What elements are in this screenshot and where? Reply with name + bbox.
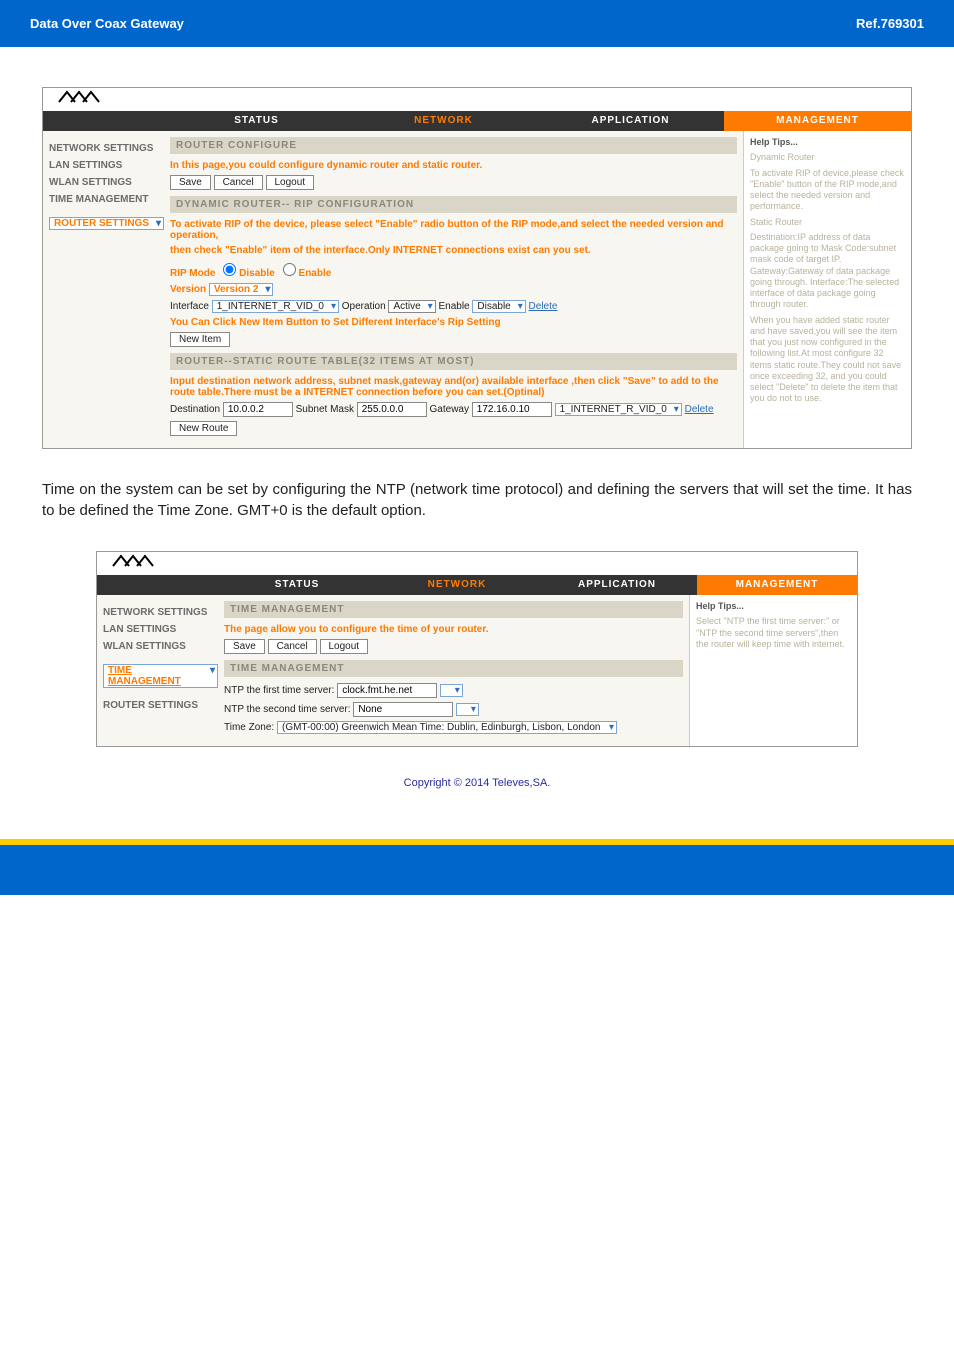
time-management-screenshot: STATUS NETWORK APPLICATION MANAGEMENT NE… — [96, 551, 858, 747]
sidebar-item-router[interactable]: ROUTER SETTINGS — [49, 217, 164, 230]
rip-disable-radio[interactable] — [223, 263, 236, 276]
help-h2: Static Router — [750, 217, 905, 228]
nav-tabs: STATUS NETWORK APPLICATION MANAGEMENT — [43, 111, 911, 131]
help-title-2: Help Tips... — [696, 601, 851, 612]
ntp2-input[interactable] — [353, 702, 453, 717]
sidebar-item-lan[interactable]: LAN SETTINGS — [49, 160, 164, 171]
rip-mode-label: RIP Mode — [170, 268, 215, 279]
ntp2-dd[interactable] — [456, 703, 479, 716]
help-h2-text: Destination:IP address of data package g… — [750, 232, 905, 311]
gateway-label: Gateway — [430, 404, 469, 415]
time-intro: The page allow you to configure the time… — [224, 624, 683, 635]
tab-status-2[interactable]: STATUS — [217, 575, 377, 595]
help-panel-2: Help Tips... Select "NTP the first time … — [689, 595, 857, 746]
sidebar-item-time-2[interactable]: TIME MANAGEMENT — [103, 664, 218, 688]
tab-network[interactable]: NETWORK — [350, 111, 537, 131]
section-rip: DYNAMIC ROUTER-- RIP CONFIGURATION — [170, 196, 737, 213]
save-button[interactable]: Save — [170, 175, 211, 190]
sidebar-item-lan-2[interactable]: LAN SETTINGS — [103, 624, 218, 635]
nav-tabs-2: STATUS NETWORK APPLICATION MANAGEMENT — [97, 575, 857, 595]
help-title: Help Tips... — [750, 137, 905, 148]
footer-bar — [0, 845, 954, 895]
help-h3-text: When you have added static router and ha… — [750, 315, 905, 405]
destination-label: Destination — [170, 404, 220, 415]
tab-network-2[interactable]: NETWORK — [377, 575, 537, 595]
sidebar-item-time[interactable]: TIME MANAGEMENT — [49, 194, 164, 205]
new-item-button[interactable]: New Item — [170, 332, 230, 347]
ntp1-input[interactable] — [337, 683, 437, 698]
ntp1-dd[interactable] — [440, 684, 463, 697]
page-title: Data Over Coax Gateway — [30, 16, 184, 31]
delete-link[interactable]: Delete — [529, 301, 558, 312]
section-router-configure: ROUTER CONFIGURE — [170, 137, 737, 154]
section-time-1: TIME MANAGEMENT — [224, 601, 683, 618]
tab-status[interactable]: STATUS — [163, 111, 350, 131]
brand-logo-2 — [111, 554, 171, 570]
logout-button-2[interactable]: Logout — [320, 639, 369, 654]
sidebar-item-network-2[interactable]: NETWORK SETTINGS — [103, 607, 218, 618]
static-delete-link[interactable]: Delete — [685, 404, 714, 415]
tz-label: Time Zone: — [224, 722, 274, 733]
save-button-2[interactable]: Save — [224, 639, 265, 654]
help-text-2: Select "NTP the first time server:" or "… — [696, 616, 851, 650]
section-time-2: TIME MANAGEMENT — [224, 660, 683, 677]
rip-enable-radio[interactable] — [283, 263, 296, 276]
gateway-input[interactable] — [472, 402, 552, 417]
operation-disable-select[interactable]: Disable — [472, 300, 525, 313]
logo-row-2 — [97, 552, 857, 575]
static-interface-select[interactable]: 1_INTERNET_R_VID_0 — [555, 403, 682, 416]
description-paragraph: Time on the system can be set by configu… — [42, 479, 912, 521]
ntp1-label: NTP the first time server: — [224, 685, 334, 696]
help-h1: Dynamic Router — [750, 152, 905, 163]
help-panel: Help Tips... Dynamic Router To activate … — [743, 131, 911, 448]
ntp2-label: NTP the second time server: — [224, 704, 351, 715]
cancel-button[interactable]: Cancel — [214, 175, 263, 190]
newitem-text: You Can Click New Item Button to Set Dif… — [170, 317, 737, 328]
copyright: Copyright © 2014 Televes,SA. — [42, 777, 912, 789]
tab-management-2[interactable]: MANAGEMENT — [697, 575, 857, 595]
router-settings-screenshot: STATUS NETWORK APPLICATION MANAGEMENT NE… — [42, 87, 912, 449]
main-panel: ROUTER CONFIGURE In this page,you could … — [170, 131, 743, 448]
sidebar-item-router-2[interactable]: ROUTER SETTINGS — [103, 700, 218, 711]
section-static: ROUTER--STATIC ROUTE TABLE(32 ITEMS AT M… — [170, 353, 737, 370]
page-ref: Ref.769301 — [856, 16, 924, 31]
timezone-select[interactable]: (GMT-00:00) Greenwich Mean Time: Dublin,… — [277, 721, 617, 734]
operation-enable: Enable — [438, 301, 469, 312]
interface-label: Interface — [170, 301, 209, 312]
interface-select[interactable]: 1_INTERNET_R_VID_0 — [212, 300, 339, 313]
new-route-button[interactable]: New Route — [170, 421, 237, 436]
tab-management[interactable]: MANAGEMENT — [724, 111, 911, 131]
logout-button[interactable]: Logout — [266, 175, 315, 190]
rip-enable-label: Enable — [299, 268, 332, 279]
destination-input[interactable] — [223, 402, 293, 417]
logo-row — [43, 88, 911, 111]
rip-disable-label: Disable — [239, 268, 275, 279]
intro-text: In this page,you could configure dynamic… — [170, 160, 737, 171]
rip-text-a: To activate RIP of the device, please se… — [170, 219, 737, 241]
rip-text-b: then check "Enable" item of the interfac… — [170, 245, 737, 256]
tab-application[interactable]: APPLICATION — [537, 111, 724, 131]
help-h1-text: To activate RIP of device,please check "… — [750, 168, 905, 213]
sidebar-item-network[interactable]: NETWORK SETTINGS — [49, 143, 164, 154]
brand-logo — [57, 90, 117, 106]
tab-application-2[interactable]: APPLICATION — [537, 575, 697, 595]
main-panel-2: TIME MANAGEMENT The page allow you to co… — [224, 595, 689, 746]
mask-input[interactable] — [357, 402, 427, 417]
sidebar-item-wlan[interactable]: WLAN SETTINGS — [49, 177, 164, 188]
static-text: Input destination network address, subne… — [170, 376, 737, 398]
sidebar: NETWORK SETTINGS LAN SETTINGS WLAN SETTI… — [43, 131, 170, 448]
sidebar-item-wlan-2[interactable]: WLAN SETTINGS — [103, 641, 218, 652]
cancel-button-2[interactable]: Cancel — [268, 639, 317, 654]
mask-label: Subnet Mask — [296, 404, 354, 415]
version-label: Version — [170, 284, 206, 295]
operation-label: Operation — [342, 301, 386, 312]
version-select[interactable]: Version 2 — [209, 283, 273, 296]
page-header: Data Over Coax Gateway Ref.769301 — [0, 0, 954, 47]
operation-active[interactable]: Active — [388, 300, 435, 313]
sidebar-2: NETWORK SETTINGS LAN SETTINGS WLAN SETTI… — [97, 595, 224, 746]
